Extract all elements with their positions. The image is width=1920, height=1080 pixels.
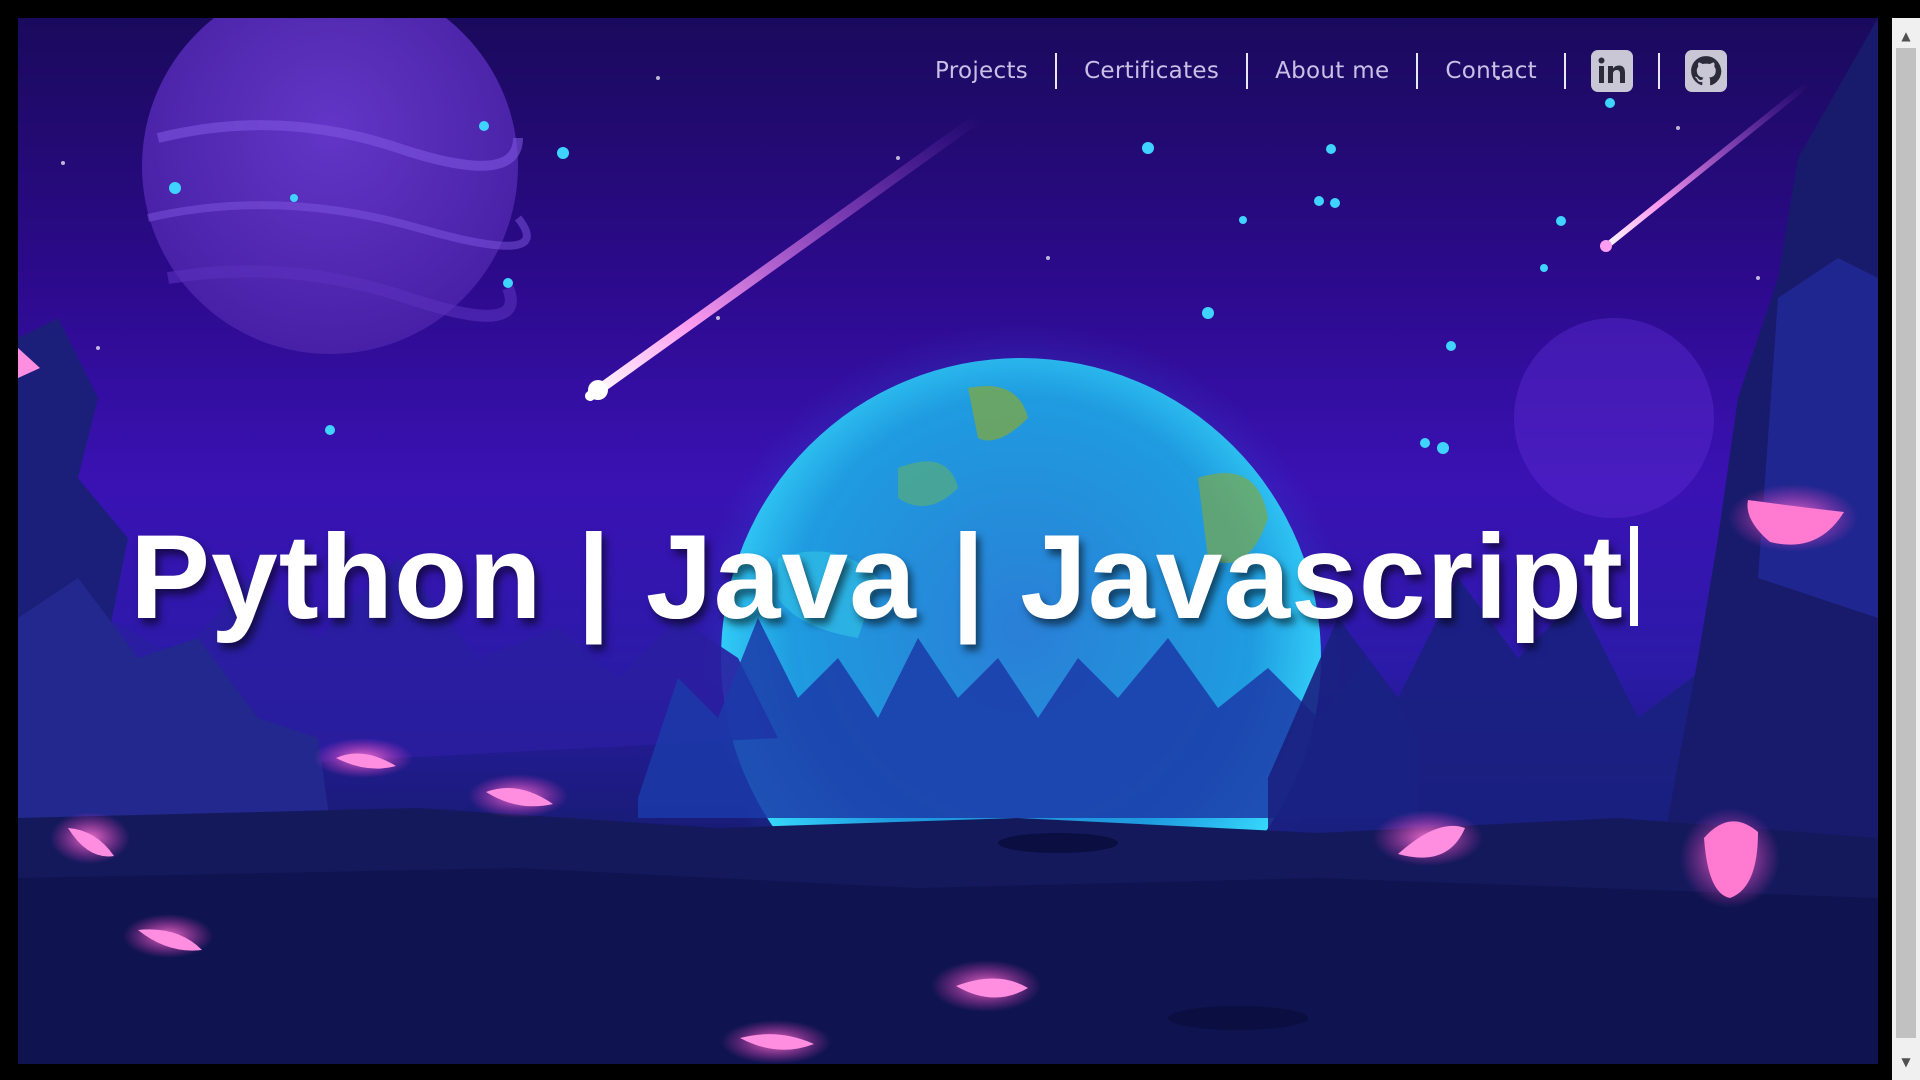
github-icon[interactable] [1685,50,1727,92]
scroll-up-arrow-icon[interactable]: ▲ [1892,24,1920,48]
nav-link-about-me[interactable]: About me [1248,46,1416,96]
vertical-scrollbar[interactable]: ▲ ▼ [1892,18,1920,1080]
hero-headline: Python | Java | Javascript [130,512,1638,642]
scroll-down-arrow-icon[interactable]: ▼ [1892,1050,1920,1074]
nav-divider [1658,53,1660,89]
linkedin-icon[interactable] [1591,50,1633,92]
nav-divider [1246,53,1249,89]
nav-link-projects[interactable]: Projects [908,46,1055,96]
hero-headline-text: Python | Java | Javascript [130,510,1624,644]
nav-link-certificates[interactable]: Certificates [1057,46,1246,96]
top-navigation: Projects Certificates About me Contact [908,46,1752,96]
typing-cursor [1629,526,1638,626]
meteor [1601,81,1811,251]
nav-divider [1564,53,1566,89]
nav-divider [1416,53,1419,89]
hero-section: Projects Certificates About me Contact P… [18,18,1878,1064]
nav-divider [1055,53,1058,89]
scrollbar-thumb[interactable] [1896,48,1916,1038]
purple-planet [142,18,518,354]
browser-page: Projects Certificates About me Contact P… [0,0,1920,1080]
nav-link-contact[interactable]: Contact [1418,46,1564,96]
